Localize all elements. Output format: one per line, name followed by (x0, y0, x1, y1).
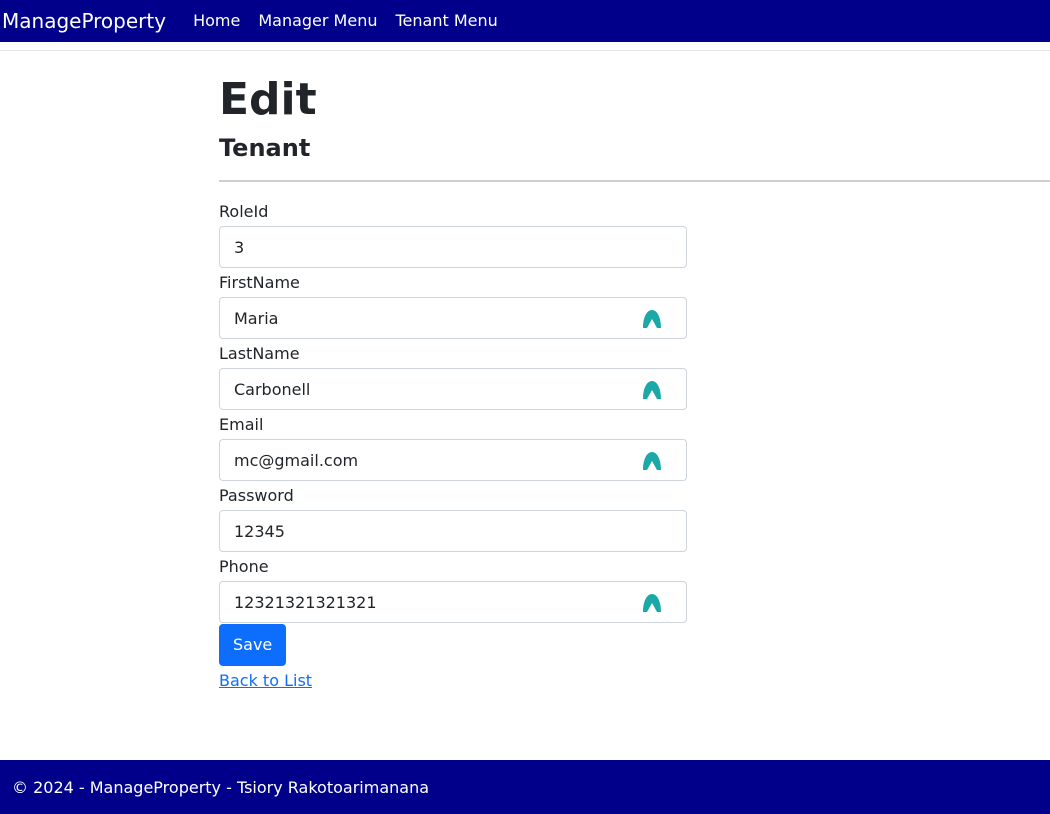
email-label: Email (219, 415, 264, 434)
email-field-box (219, 439, 687, 481)
top-navbar: ManageProperty Home Manager Menu Tenant … (0, 0, 1050, 42)
email-input[interactable] (220, 440, 686, 480)
lastname-label: LastName (219, 344, 300, 363)
password-manager-icon[interactable] (640, 450, 664, 472)
page-title: Edit (219, 74, 317, 125)
phone-label: Phone (219, 557, 269, 576)
main-content: Edit Tenant RoleId FirstName LastName Em… (219, 72, 1050, 692)
roleid-input[interactable] (220, 227, 686, 267)
phone-input[interactable] (220, 582, 686, 622)
page-subtitle: Tenant (219, 134, 311, 162)
password-manager-icon[interactable] (640, 592, 664, 614)
nav-link-manager-menu[interactable]: Manager Menu (258, 0, 377, 42)
password-label: Password (219, 486, 294, 505)
section-divider (219, 180, 1050, 182)
phone-field-box (219, 581, 687, 623)
save-button[interactable]: Save (219, 624, 287, 666)
password-field-box (219, 510, 687, 552)
back-to-list-link[interactable]: Back to List (219, 670, 312, 692)
footer: © 2024 - ManageProperty - Tsiory Rakotoa… (0, 760, 1050, 814)
edit-tenant-form: RoleId FirstName LastName Email Password (219, 202, 687, 666)
firstname-label: FirstName (219, 273, 300, 292)
lastname-input[interactable] (220, 369, 686, 409)
nav-link-home[interactable]: Home (193, 0, 240, 42)
footer-text: © 2024 - ManageProperty - Tsiory Rakotoa… (12, 777, 430, 797)
roleid-field-box (219, 226, 687, 268)
firstname-field-box (219, 297, 687, 339)
password-manager-icon[interactable] (640, 308, 664, 330)
lastname-field-box (219, 368, 687, 410)
brand-link[interactable]: ManageProperty (2, 0, 166, 42)
roleid-label: RoleId (219, 202, 269, 221)
password-input[interactable] (220, 511, 686, 551)
navbar-divider (0, 50, 1050, 51)
password-manager-icon[interactable] (640, 379, 664, 401)
nav-link-tenant-menu[interactable]: Tenant Menu (395, 0, 497, 42)
firstname-input[interactable] (220, 298, 686, 338)
